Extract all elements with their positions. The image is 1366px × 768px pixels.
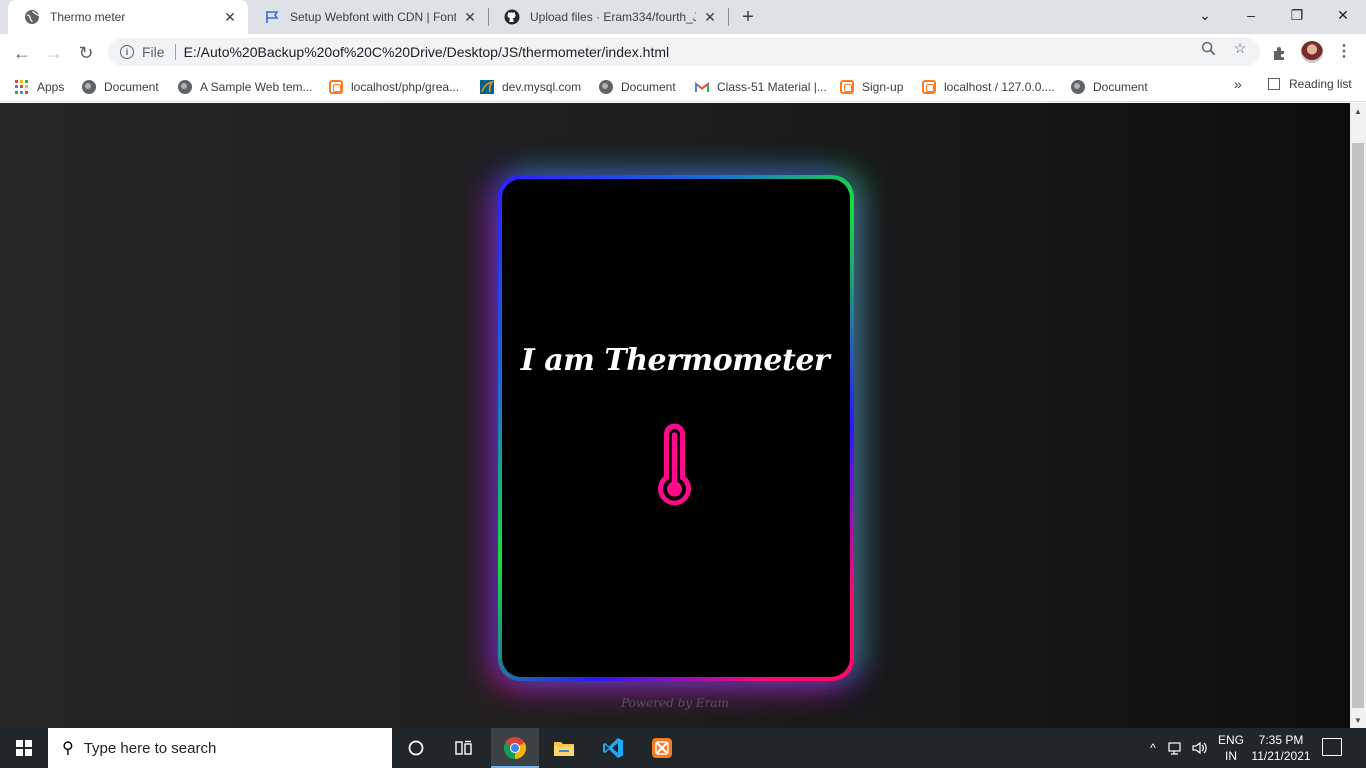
zoom-search-icon[interactable] [1200,40,1216,56]
search-icon: ⚲ [62,740,74,757]
mysql-icon [480,80,494,94]
tab-search-chevron-icon[interactable]: ⌄ [1182,0,1228,30]
chrome-icon[interactable] [491,728,539,768]
profile-avatar[interactable] [1301,41,1323,63]
tab-strip: Thermo meter ✕ Setup Webfont with CDN | … [0,0,1366,34]
language-line-2: IN [1225,749,1237,763]
bookmark-label: localhost/php/grea... [351,80,460,94]
bookmark-sign-up[interactable]: Sign-up [840,77,903,97]
notifications-icon[interactable] [1322,738,1342,756]
bookmark-label: A Sample Web tem... [200,80,313,94]
tab-title: Thermo meter [50,10,126,24]
scroll-down-arrow-icon[interactable]: ▼ [1350,712,1366,728]
tab-thermo-meter[interactable]: Thermo meter ✕ [8,0,248,34]
bookmarks-overflow-button[interactable]: » [1234,76,1242,92]
globe-icon [1071,80,1085,94]
tab-title: Upload files · Eram334/fourth_JS [530,10,696,24]
start-button[interactable] [0,728,48,768]
bookmark-star-icon[interactable]: ☆ [1232,40,1248,56]
scheme-label: File [142,44,165,60]
xampp-icon[interactable] [638,728,686,768]
address-separator [174,44,176,60]
address-bar[interactable]: i File E:/Auto%20Backup%20of%20C%20Drive… [108,38,1260,66]
page-title: I am Thermometer [520,343,830,378]
close-tab-icon[interactable]: ✕ [702,9,718,25]
volume-icon[interactable] [1190,728,1210,768]
windows-logo-icon [16,740,32,756]
chrome-menu-icon[interactable]: ⋮ [1336,41,1352,63]
site-info-icon[interactable]: i [120,45,134,59]
bookmark-label: Apps [37,80,65,94]
forward-arrow-icon[interactable]: → [40,39,68,67]
back-arrow-icon[interactable]: ← [8,39,36,67]
reading-list-icon [1268,78,1280,90]
tab-setup-webfont[interactable]: Setup Webfont with CDN | Font A ✕ [248,0,488,34]
vscode-icon[interactable] [589,728,637,768]
bookmark-localhost-php[interactable]: localhost/php/grea... [329,77,459,97]
cortana-icon[interactable] [392,728,440,768]
windows-taskbar: ⚲ Type here to search ^ ENG IN 7:35 PM 1… [0,728,1366,768]
tab-upload-files[interactable]: Upload files · Eram334/fourth_JS ✕ [488,0,728,34]
language-indicator[interactable]: ENG IN [1214,732,1248,764]
globe-icon [599,80,613,94]
tab-separator [728,8,729,26]
system-clock[interactable]: 7:35 PM 11/21/2021 [1246,732,1316,764]
url-text[interactable]: E:/Auto%20Backup%20of%20C%20Drive/Deskto… [184,44,670,60]
bookmark-document[interactable]: Document [82,77,159,97]
xampp-icon [922,80,936,94]
restore-icon[interactable]: ❐ [1274,0,1320,30]
close-tab-icon[interactable]: ✕ [222,9,238,25]
clock-time: 7:35 PM [1258,733,1304,747]
tray-chevron-up-icon[interactable]: ^ [1144,728,1162,768]
page-viewport: I am Thermometer Powered by Eram [0,103,1350,728]
thermometer-icon [658,423,691,506]
extensions-puzzle-icon[interactable] [1270,43,1290,63]
tab-title: Setup Webfont with CDN | Font A [290,10,456,24]
bookmark-document[interactable]: Document [599,77,676,97]
github-icon [504,9,520,25]
scroll-thumb[interactable] [1352,143,1364,708]
new-tab-button[interactable]: + [736,5,760,29]
language-line-1: ENG [1217,733,1244,747]
bookmark-label: Document [104,80,159,94]
bookmark-label: Class-51 Material |... [717,80,827,94]
reload-icon[interactable]: ↻ [72,39,100,67]
xampp-icon [840,80,854,94]
reading-list-label: Reading list [1289,77,1352,91]
browser-toolbar: ← → ↻ i File E:/Auto%20Backup%20of%20C%2… [0,34,1366,72]
bookmark-document[interactable]: Document [1071,77,1148,97]
xampp-icon [329,80,343,94]
globe-icon [82,80,96,94]
reading-list-button[interactable]: Reading list [1268,77,1352,91]
bookmark-dev-mysql[interactable]: dev.mysql.com [480,77,581,97]
search-placeholder: Type here to search [83,739,217,757]
minimize-icon[interactable]: – [1228,0,1274,30]
bookmark-label: Document [1093,80,1148,94]
bookmark-label: dev.mysql.com [502,80,582,94]
bookmark-label: Document [621,80,676,94]
close-tab-icon[interactable]: ✕ [462,9,478,25]
close-window-icon[interactable]: ✕ [1320,0,1366,30]
gmail-icon [695,80,709,94]
task-view-icon[interactable] [440,728,488,768]
network-icon[interactable] [1166,728,1186,768]
file-explorer-icon[interactable] [540,728,588,768]
bookmark-label: Sign-up [862,80,904,94]
vertical-scrollbar[interactable]: ▲ ▼ [1350,103,1366,728]
scroll-up-arrow-icon[interactable]: ▲ [1350,103,1366,119]
bookmark-label: localhost / 127.0.0.... [944,80,1055,94]
powered-by-footer: Powered by Eram [621,696,729,710]
flag-icon [264,9,280,25]
bookmark-apps[interactable]: Apps [15,77,64,97]
taskbar-search-box[interactable]: ⚲ Type here to search [48,728,392,768]
bookmarks-bar: Apps Document A Sample Web tem... localh… [0,72,1366,102]
bookmark-sample-web-template[interactable]: A Sample Web tem... [178,77,313,97]
bookmark-localhost-127[interactable]: localhost / 127.0.0.... [922,77,1055,97]
bookmark-class-51-material[interactable]: Class-51 Material |... [695,77,827,97]
clock-date: 11/21/2021 [1251,749,1311,763]
apps-grid-icon [15,80,29,94]
globe-icon [178,80,192,94]
globe-icon [24,9,40,25]
